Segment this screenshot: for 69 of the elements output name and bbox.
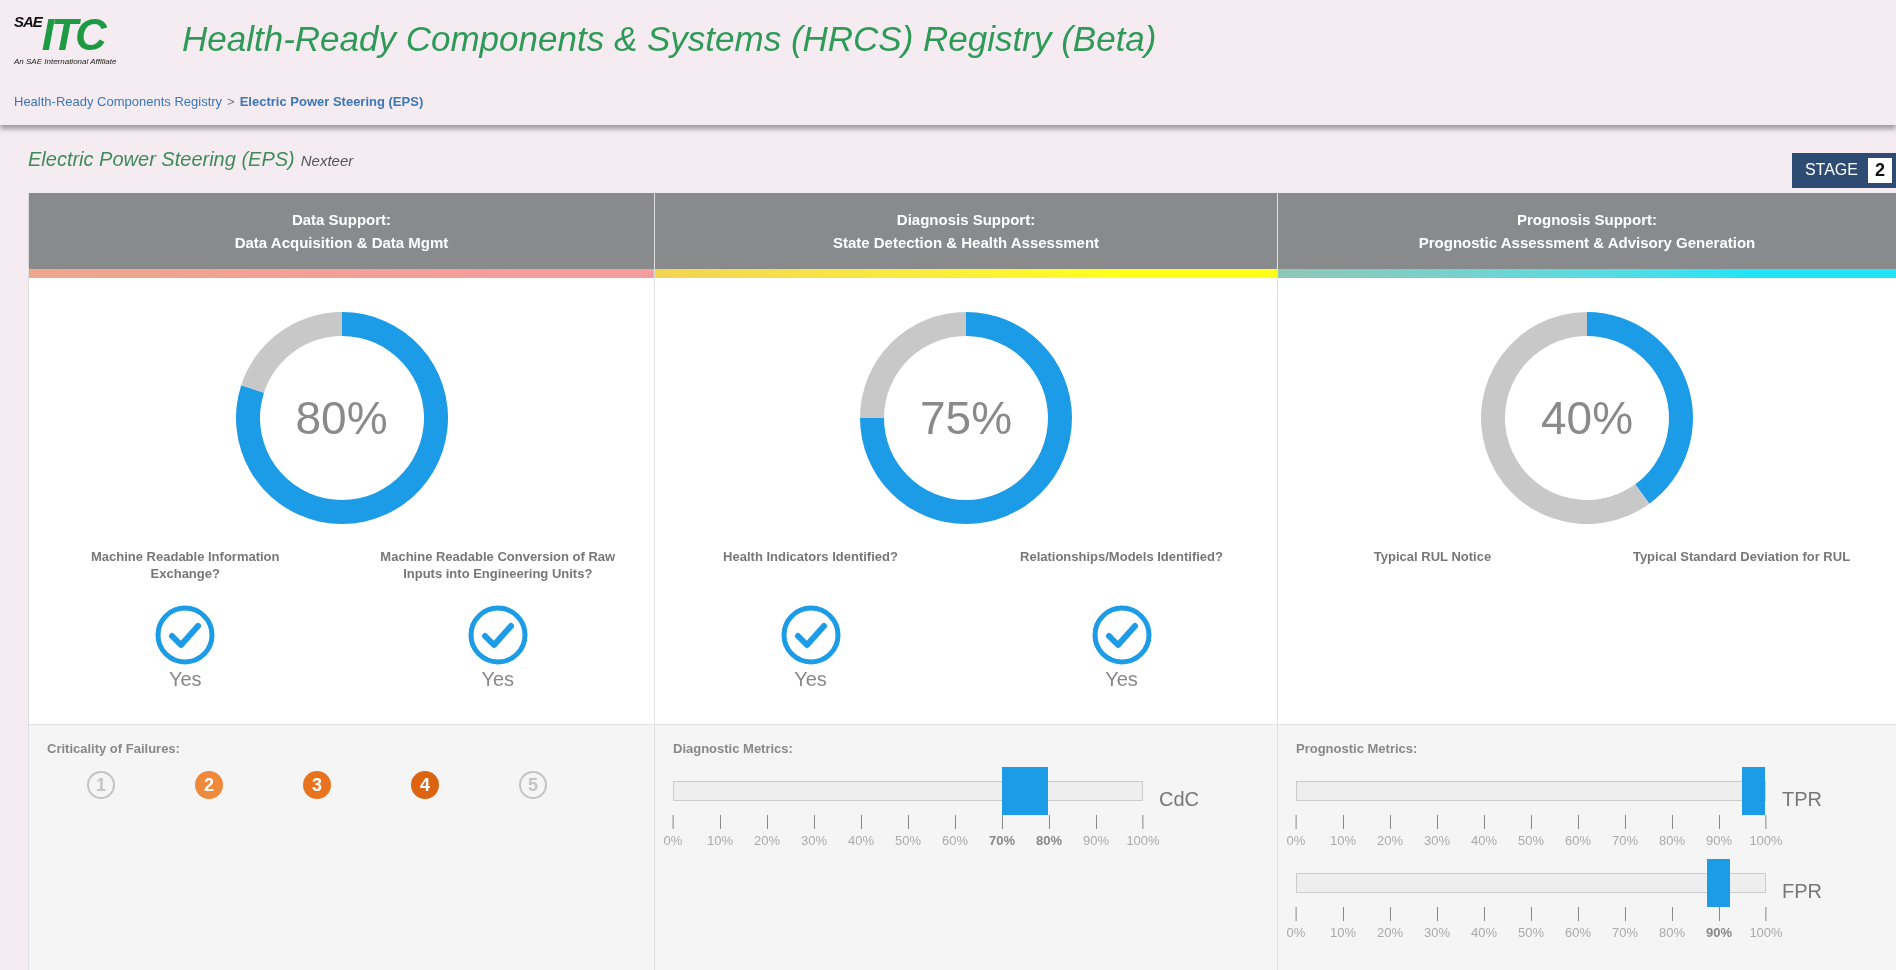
answer-text: Yes [481, 668, 515, 691]
tick-label: 90% [1706, 925, 1732, 940]
tick-label: 80% [1659, 925, 1685, 940]
tick-label: 40% [848, 833, 874, 848]
page-title: Health-Ready Components & Systems (HRCS) Registry (Beta) [182, 19, 1157, 59]
tick-label: 60% [1565, 833, 1591, 848]
tick-label: 100% [1126, 833, 1160, 848]
tick-label: 10% [707, 833, 733, 848]
criticality-level: 2 [195, 771, 223, 799]
section-label: Criticality of Failures: [47, 741, 180, 756]
tick-label: 50% [895, 833, 921, 848]
question-text: Machine Readable Information Exchange? [89, 548, 281, 582]
column-subheading: Prognostic Assessment & Advisory Generation [1418, 234, 1756, 251]
tick-label: 30% [1424, 925, 1450, 940]
tick-label: 30% [1424, 833, 1450, 848]
tick-label: 70% [1612, 833, 1638, 848]
question-text: Typical Standard Deviation for RUL [1632, 548, 1851, 566]
tick-label: 20% [1377, 925, 1403, 940]
tick-label: 60% [942, 833, 968, 848]
manufacturer-name: Nexteer [300, 151, 354, 169]
tick-label: 40% [1471, 925, 1497, 940]
tick-label: 20% [1377, 833, 1403, 848]
column-heading: Prognosis Support: [1517, 211, 1657, 228]
percent-reading: 40% [1540, 391, 1634, 445]
answer-text: Yes [1105, 668, 1138, 691]
column-heading: Data Support: [291, 211, 392, 228]
tick-label: 90% [1706, 833, 1732, 848]
criticality-level: 4 [411, 771, 439, 799]
metric-name: FPR [1782, 879, 1822, 903]
tick-label: 60% [1565, 925, 1591, 940]
question-text: Typical RUL Notice [1373, 548, 1492, 566]
tick-label: 30% [801, 833, 827, 848]
column-heading: Diagnosis Support: [896, 211, 1036, 228]
criticality-level: 3 [303, 771, 331, 799]
metric-name: TPR [1782, 787, 1822, 811]
question-text: Relationships/Models Identified? [1020, 548, 1223, 566]
question-text: Health Indicators Identified? [723, 548, 898, 566]
tick-label: 10% [1330, 833, 1356, 848]
tick-label: 90% [1083, 833, 1109, 848]
tick-label: 70% [989, 833, 1015, 848]
tick-label: 80% [1036, 833, 1062, 848]
tick-label: 0% [1286, 925, 1306, 940]
section-label: Diagnostic Metrics: [673, 741, 793, 756]
tick-label: 50% [1518, 833, 1544, 848]
column-subheading: State Detection & Health Assessment [832, 234, 1100, 251]
breadcrumb-link[interactable]: Electric Power Steering (EPS) [239, 94, 424, 109]
component-name: Electric Power Steering (EPS) [28, 147, 295, 170]
metric-name: CdC [1159, 787, 1199, 811]
tick-label: 20% [754, 833, 780, 848]
percent-reading: 80% [295, 391, 388, 445]
percent-reading: 75% [919, 391, 1013, 445]
tick-label: 50% [1518, 925, 1544, 940]
tick-label: 70% [1612, 925, 1638, 940]
tick-label: 80% [1659, 833, 1685, 848]
question-text: Machine Readable Conversion of Raw Inputs into Engineering Units? [379, 548, 617, 582]
tick-label: 0% [663, 833, 683, 848]
answer-text: Yes [794, 668, 827, 691]
tick-label: 100% [1749, 833, 1783, 848]
tick-label: 100% [1749, 925, 1783, 940]
breadcrumb-separator: > [227, 94, 235, 109]
column-subheading: Data Acquisition & Data Mgmt [234, 234, 449, 251]
tick-label: 0% [1286, 833, 1306, 848]
section-label: Prognostic Metrics: [1296, 741, 1418, 756]
stage-number: 2 [1868, 157, 1892, 183]
answer-text: Yes [168, 668, 202, 691]
stage-label: STAGE [1804, 161, 1858, 179]
tick-label: 10% [1330, 925, 1356, 940]
tick-label: 40% [1471, 833, 1497, 848]
breadcrumb-link[interactable]: Health-Ready Components Registry [14, 94, 223, 109]
